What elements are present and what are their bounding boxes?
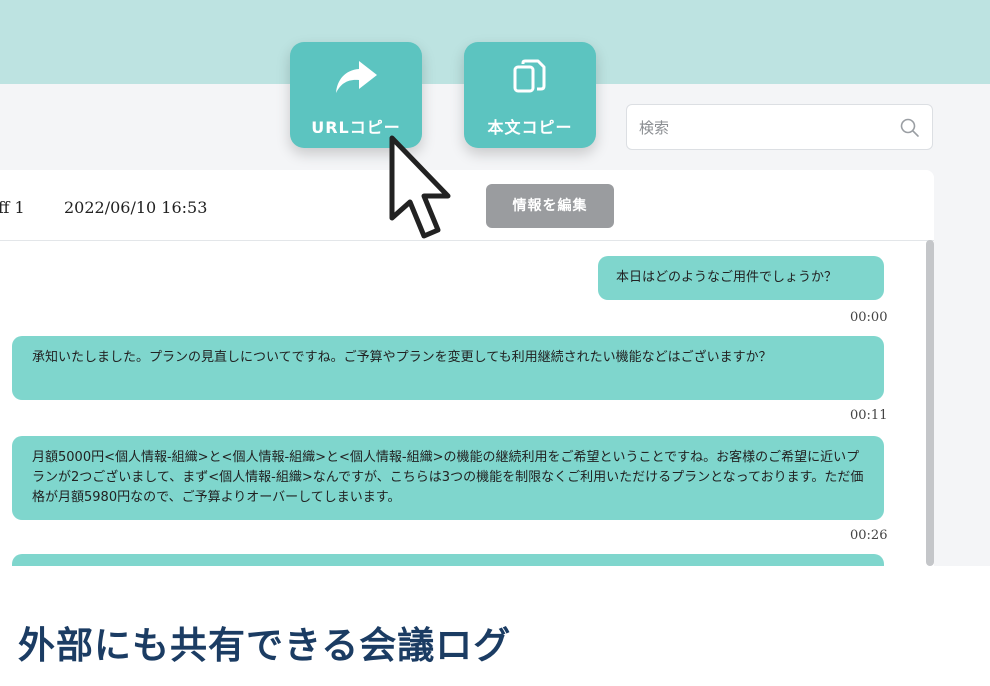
share-arrow-icon (336, 61, 377, 93)
search-box[interactable] (626, 104, 933, 150)
search-icon[interactable] (900, 118, 920, 138)
scrollbar[interactable] (926, 240, 934, 566)
message-bubble-1: 本日はどのようなご用件でしょうか？ (598, 256, 884, 300)
message-bubble-2: 承知いたしました。プランの見直しについてですね。ご予算やプランを変更しても利用継… (12, 336, 884, 400)
message-time-1: 00:00 (850, 310, 888, 325)
copy-icon (513, 59, 546, 93)
edit-info-button[interactable]: 情報を編集 (486, 184, 614, 228)
author-name: ff 1 (0, 198, 25, 217)
mouse-pointer-icon (389, 135, 451, 239)
message-time-2: 00:11 (850, 408, 888, 423)
message-bubble-4 (12, 554, 884, 566)
conversation-card: ff 1 2022/06/10 16:53 情報を編集 本日はどのようなご用件で… (0, 170, 934, 566)
feature-heading: 外部にも共有できる会議ログ (18, 624, 512, 667)
message-bubble-3: 月額5000円<個人情報-組織>と<個人情報-組織>と<個人情報-組織>の機能の… (12, 436, 884, 520)
message-time-3: 00:26 (850, 528, 888, 543)
text-copy-button[interactable]: 本文コピー (464, 42, 596, 148)
text-copy-label: 本文コピー (487, 118, 573, 137)
conversation-header: ff 1 2022/06/10 16:53 情報を編集 (0, 170, 934, 241)
search-input[interactable] (637, 113, 891, 143)
record-datetime: 2022/06/10 16:53 (64, 198, 208, 217)
